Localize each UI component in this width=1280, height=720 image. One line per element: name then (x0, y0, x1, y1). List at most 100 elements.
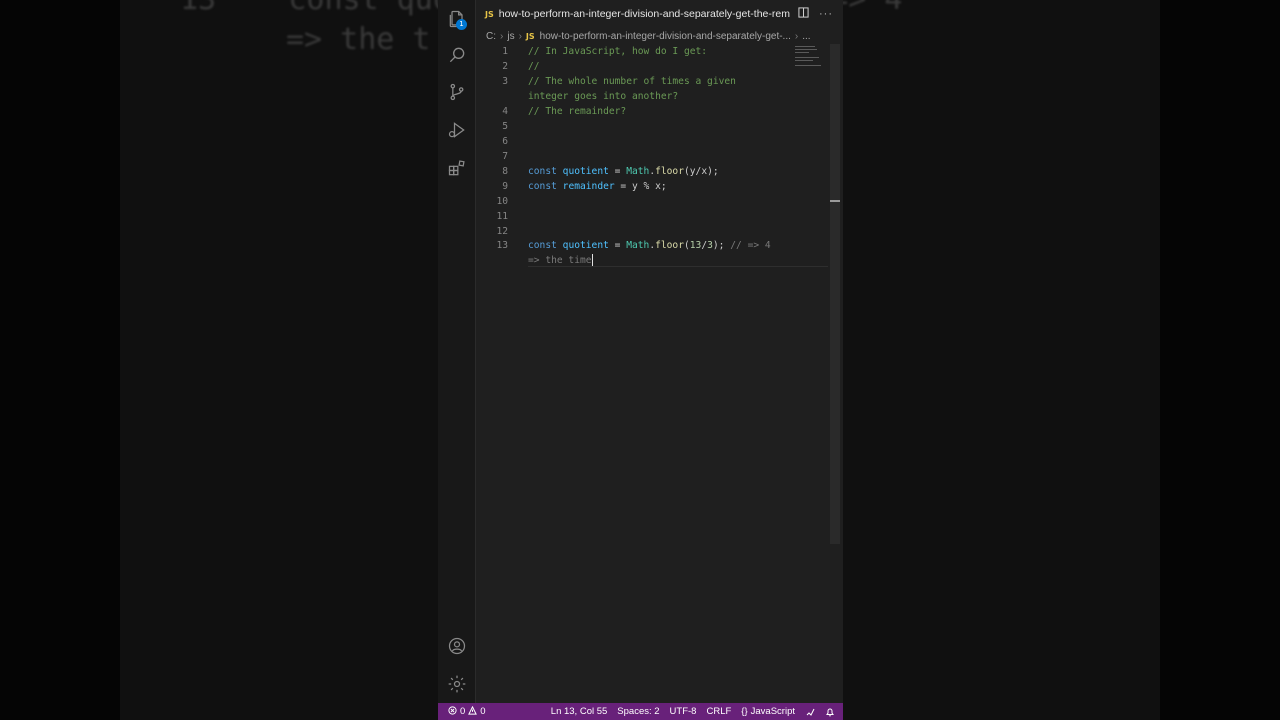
punctuation: ); (712, 240, 725, 251)
keyword: const (528, 181, 557, 192)
account-icon[interactable] (446, 635, 468, 657)
code-text: // The whole number of times a given (528, 76, 736, 87)
code-text: // In JavaScript, how do I get: (528, 46, 708, 57)
current-line-highlight (528, 266, 828, 267)
notifications-bell-icon[interactable] (825, 706, 835, 717)
search-icon[interactable] (446, 44, 468, 66)
error-icon (448, 705, 457, 718)
minimap-line (795, 60, 813, 61)
breadcrumb-folder[interactable]: js (507, 31, 514, 42)
line-number: 5 (502, 121, 508, 132)
language-label: JavaScript (750, 706, 795, 717)
breadcrumb-file[interactable]: how-to-perform-an-integer-division-and-s… (540, 31, 791, 42)
keyword: const (528, 166, 557, 177)
extensions-icon[interactable] (446, 157, 468, 179)
indentation[interactable]: Spaces: 2 (617, 706, 659, 717)
chevron-right-icon: › (500, 30, 504, 42)
code-line: 8 const quotient = Math.floor(y/x); (476, 164, 831, 179)
source-control-icon[interactable] (446, 81, 468, 103)
code-line: 9 const remainder = y % x; (476, 179, 831, 194)
function-name: floor (655, 240, 684, 251)
comment: // => 4 (724, 240, 771, 251)
vertical-scrollbar[interactable] (830, 44, 840, 544)
cursor-position[interactable]: Ln 13, Col 55 (551, 706, 608, 717)
class-name: Math (626, 240, 650, 251)
code-line: 2 // (476, 59, 831, 74)
operator: = (608, 166, 627, 177)
warning-icon (468, 705, 478, 718)
code-line: 1 // In JavaScript, how do I get: (476, 44, 831, 59)
code-text: // (528, 61, 540, 72)
code-text: const quotient = Math.floor(y/x); (528, 164, 719, 179)
code-line: 4 // The remainder? (476, 104, 831, 119)
operator: = (608, 240, 627, 251)
text-cursor (591, 254, 593, 266)
minimap-line (795, 65, 821, 66)
line-number: 7 (502, 151, 508, 162)
feedback-icon[interactable] (805, 706, 815, 717)
end-of-line[interactable]: CRLF (706, 706, 731, 717)
line-number: 12 (496, 226, 508, 237)
js-file-icon: JS (485, 9, 494, 19)
scrollbar-cursor-marker (830, 200, 840, 202)
inline-suggestion: => the time (528, 255, 592, 266)
gear-icon[interactable] (446, 673, 468, 695)
line-number: 10 (496, 196, 508, 207)
braces-icon: {} (741, 706, 748, 717)
variable: quotient (562, 166, 609, 177)
line-number: 8 (502, 166, 508, 177)
variable: remainder (562, 181, 615, 192)
tab-title: how-to-perform-an-integer-division-and-s… (498, 8, 790, 20)
line-number: 1 (502, 46, 508, 57)
code-text: // The remainder? (528, 106, 627, 117)
minimap[interactable] (793, 44, 823, 84)
code-line: 12 (476, 224, 831, 239)
tab-actions: ··· (790, 7, 833, 21)
problems-indicator[interactable]: 0 0 (448, 705, 486, 718)
breadcrumb-more[interactable]: ... (802, 31, 810, 42)
encoding[interactable]: UTF-8 (670, 706, 697, 717)
error-count: 0 (460, 706, 466, 717)
split-editor-icon[interactable] (798, 7, 809, 21)
code-text: const quotient = Math.floor(13/3); // =>… (528, 238, 771, 253)
status-bar: 0 0 Ln 13, Col 55 Spaces: 2 UTF-8 CRLF {… (438, 703, 843, 720)
code-line: 11 (476, 209, 831, 224)
code-text: const remainder = y % x; (528, 179, 667, 194)
breadcrumb-drive[interactable]: C: (486, 31, 496, 42)
class-name: Math (626, 166, 650, 177)
more-actions-icon[interactable]: ··· (819, 8, 833, 20)
explorer-badge: 1 (456, 19, 467, 30)
code-line: 7 (476, 149, 831, 164)
minimap-line (795, 52, 809, 53)
line-number: 13 (496, 240, 508, 251)
vscode-window: 1 JS how-to-perform-an-integer-division-… (438, 0, 843, 720)
chevron-right-icon: › (518, 30, 522, 42)
background-right (1160, 0, 1280, 720)
code-text: integer goes into another? (528, 91, 679, 102)
variable: quotient (562, 240, 609, 251)
number: 13 (689, 240, 702, 251)
expression: = y % x; (614, 181, 667, 192)
line-number: 11 (496, 211, 508, 222)
line-number: 4 (502, 106, 508, 117)
line-number: 2 (502, 61, 508, 72)
language-mode[interactable]: {} JavaScript (741, 706, 795, 717)
activity-bar: 1 (438, 0, 476, 703)
code-line-current: 13 const quotient = Math.floor(13/3); //… (476, 238, 831, 253)
chevron-right-icon: › (794, 30, 799, 42)
js-file-icon: JS (525, 31, 535, 41)
keyword: const (528, 240, 557, 251)
line-number: 6 (502, 136, 508, 147)
tab-bar: JS how-to-perform-an-integer-division-an… (476, 0, 843, 28)
line-number: 3 (502, 76, 508, 87)
code-line: 5 (476, 119, 831, 134)
minimap-line (795, 46, 815, 47)
run-debug-icon[interactable] (446, 119, 468, 141)
code-line-wrapped: integer goes into another? (476, 89, 831, 104)
editor-tab[interactable]: JS how-to-perform-an-integer-division-an… (476, 0, 790, 28)
arguments: (y/x); (684, 166, 719, 177)
breadcrumb: C: › js › JS how-to-perform-an-integer-d… (476, 28, 833, 44)
code-editor[interactable]: 1 // In JavaScript, how do I get: 2 // 3… (476, 44, 831, 703)
minimap-line (795, 57, 819, 58)
background-left (0, 0, 120, 720)
